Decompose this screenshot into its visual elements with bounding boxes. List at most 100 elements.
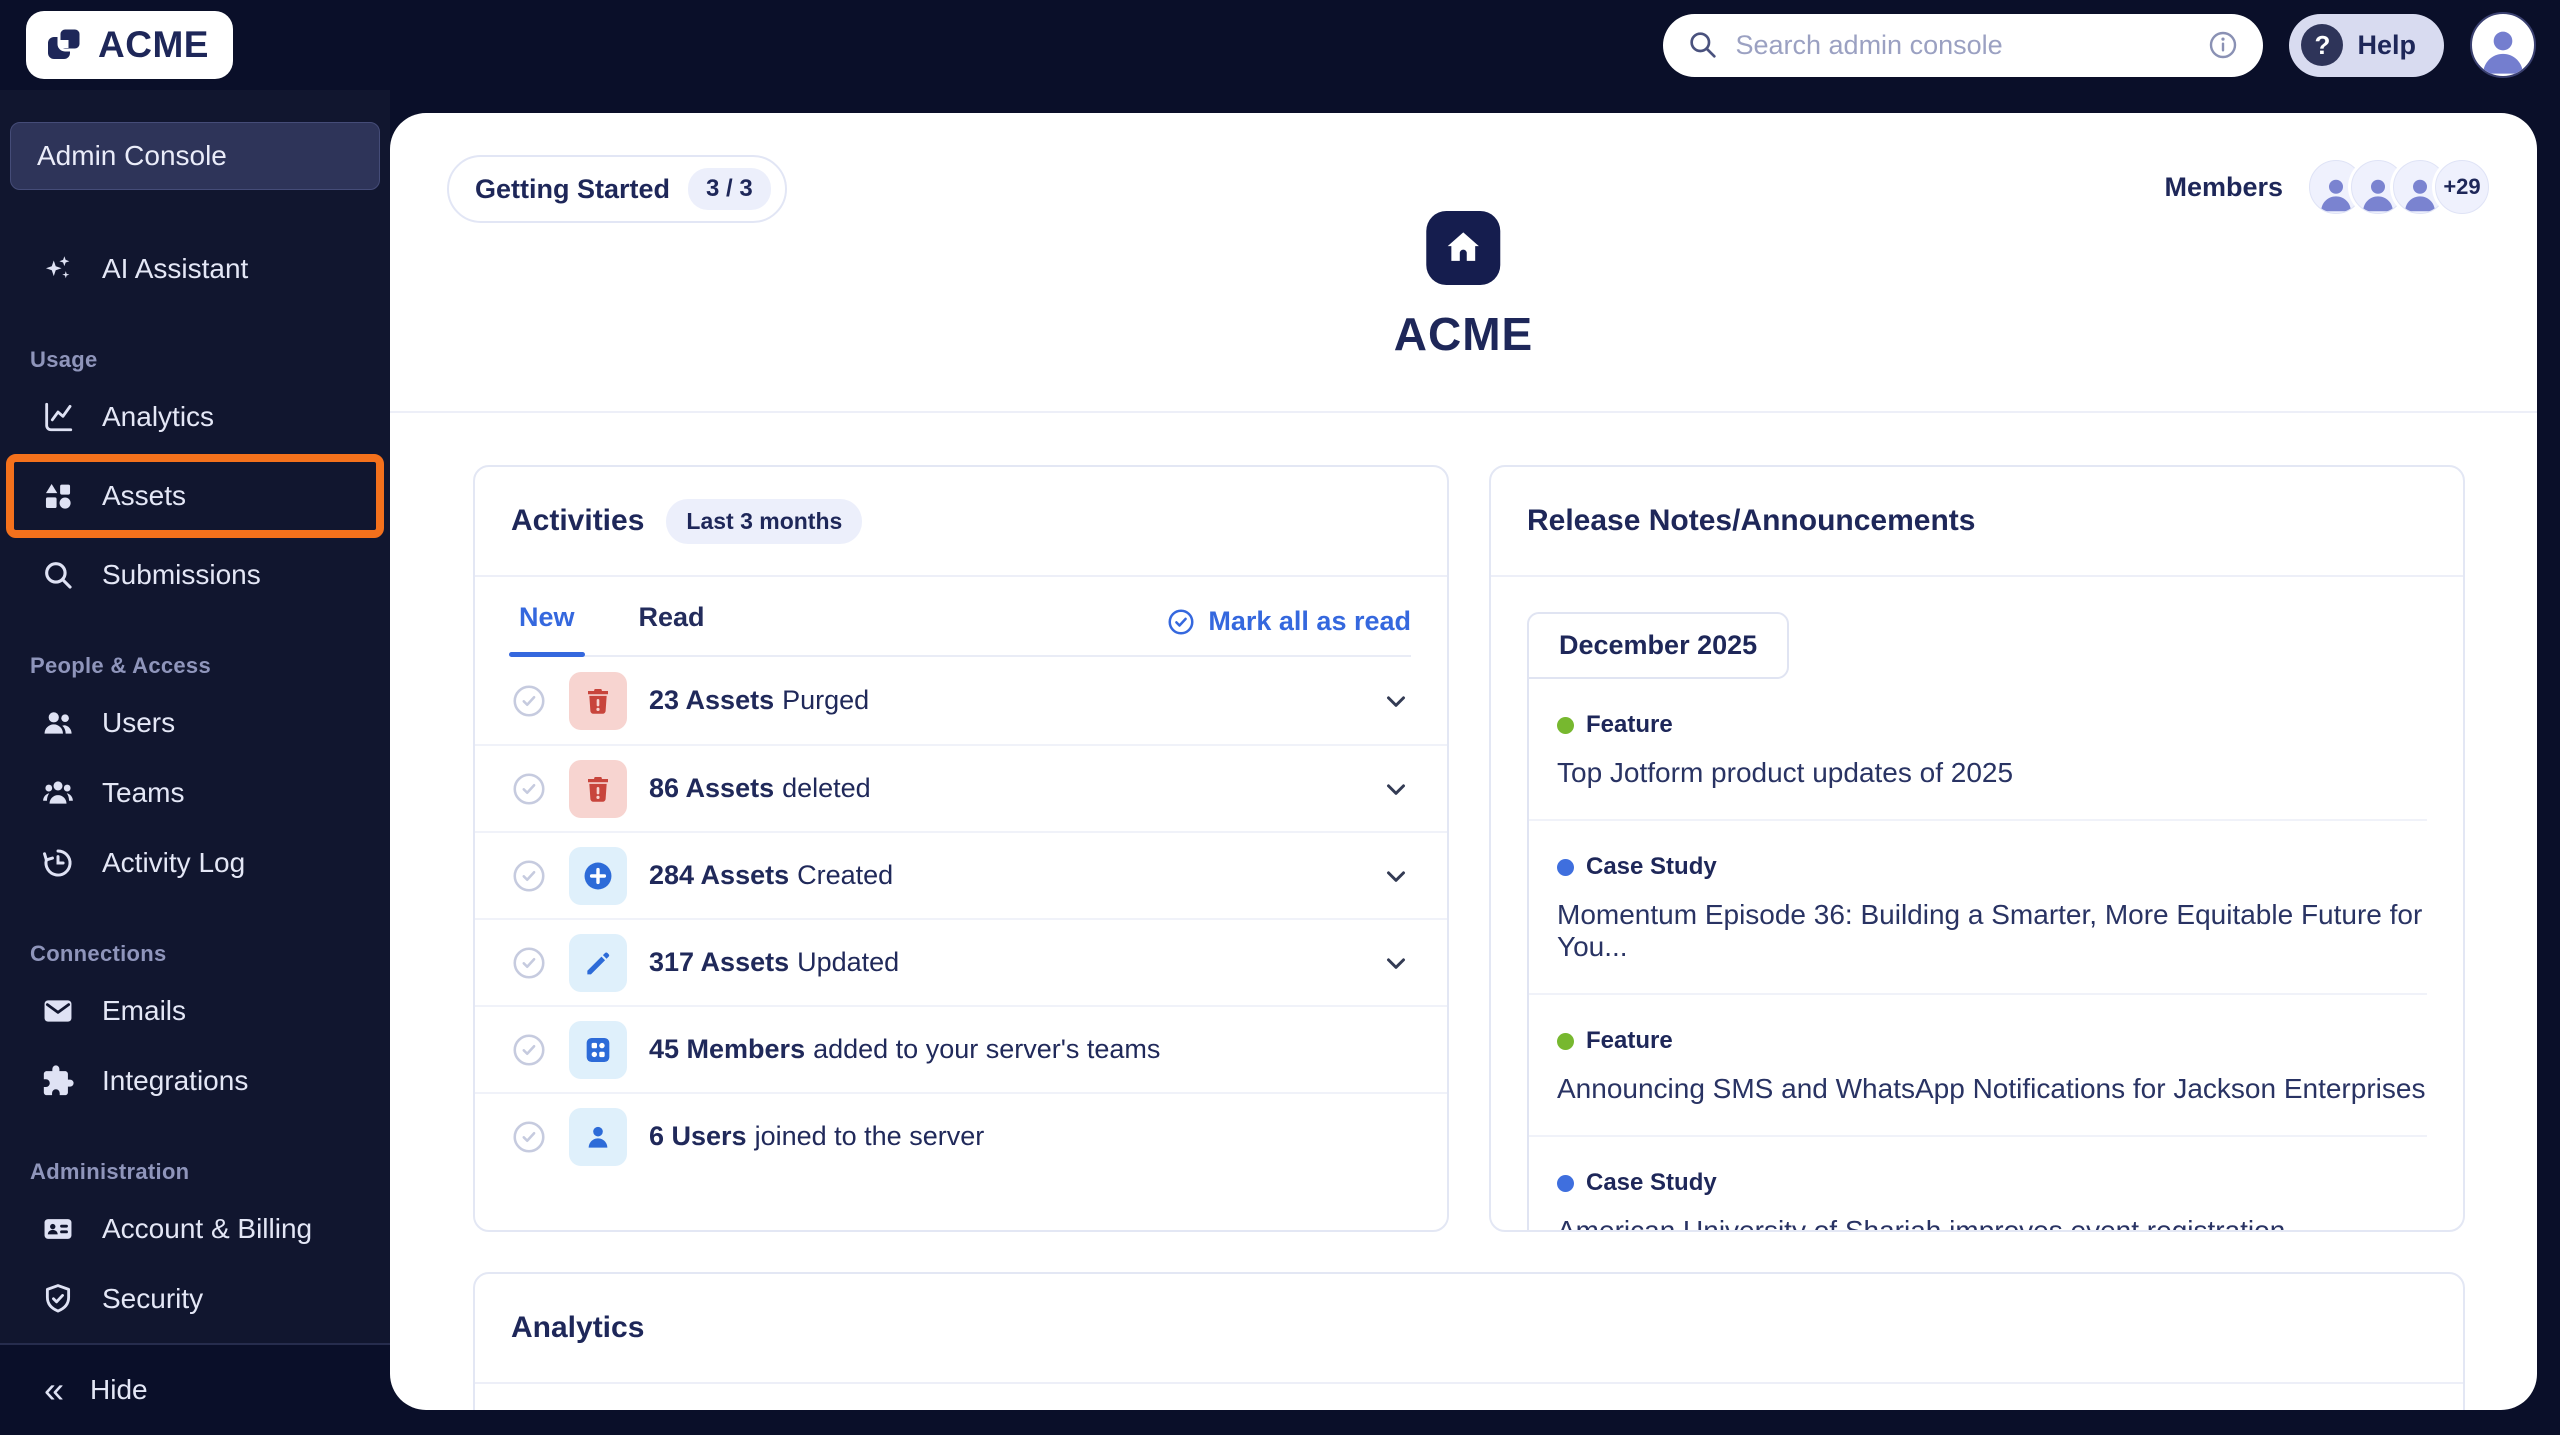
question-mark-icon: ? xyxy=(2301,24,2344,66)
admin-search[interactable] xyxy=(1663,13,2264,77)
release-entry[interactable]: Case Study American University of Sharja… xyxy=(1529,1135,2427,1230)
mark-all-as-read-button[interactable]: Mark all as read xyxy=(1166,606,1411,657)
release-entry-title[interactable]: Announcing SMS and WhatsApp Notification… xyxy=(1557,1073,2427,1105)
chevron-down-icon[interactable] xyxy=(1381,948,1411,978)
org-identity: ACME xyxy=(1394,211,1533,361)
release-notes-header: Release Notes/Announcements xyxy=(1491,467,2463,577)
tag-label: Feature xyxy=(1586,1027,1673,1054)
release-entry[interactable]: Feature Top Jotform product updates of 2… xyxy=(1529,679,2427,819)
brand-logo[interactable]: ACME xyxy=(26,11,233,79)
check-circle-icon[interactable] xyxy=(511,683,547,719)
sidebar-item-integrations[interactable]: Integrations xyxy=(0,1046,390,1116)
release-entry-title[interactable]: Top Jotform product updates of 2025 xyxy=(1557,757,2427,789)
sidebar-item-assets[interactable]: Assets xyxy=(14,462,376,530)
activity-row[interactable]: 317 Assets Updated xyxy=(475,918,1447,1005)
sidebar-item-submissions[interactable]: Submissions xyxy=(0,540,390,610)
info-icon[interactable] xyxy=(2207,29,2239,61)
sidebar-item-label: Account & Billing xyxy=(102,1213,313,1244)
activity-count: 6 Users xyxy=(649,1121,747,1151)
id-card-icon xyxy=(40,1211,76,1247)
release-entry-title[interactable]: American University of Sharjah improves … xyxy=(1557,1215,2427,1230)
sidebar-section-connections: Connections xyxy=(30,941,167,966)
sidebar-item-analytics[interactable]: Analytics xyxy=(0,382,390,452)
member-grid-icon xyxy=(569,1020,627,1079)
sidebar-section-usage: Usage xyxy=(30,347,98,372)
check-circle-icon[interactable] xyxy=(511,1032,547,1068)
pencil-icon xyxy=(569,933,627,992)
sidebar-item-label: Emails xyxy=(102,995,187,1026)
activity-row[interactable]: 86 Assets deleted xyxy=(475,744,1447,831)
help-button[interactable]: ? Help xyxy=(2289,13,2444,77)
brand-logo-icon xyxy=(42,23,86,67)
sidebar-item-teams[interactable]: Teams xyxy=(0,758,390,828)
sidebar-item-security[interactable]: Security xyxy=(0,1264,390,1334)
release-notes-content: December 2025 Feature Top Jotform produc… xyxy=(1491,577,2463,1230)
getting-started-button[interactable]: Getting Started 3 / 3 xyxy=(447,155,787,223)
shapes-icon xyxy=(40,478,76,514)
user-icon xyxy=(569,1107,627,1166)
release-tag: Case Study xyxy=(1557,853,2427,881)
history-clock-icon xyxy=(40,845,76,881)
body: Admin Console AI Assistant Usage Analyti… xyxy=(0,90,2560,1435)
members-group: Members +29 xyxy=(2164,160,2489,214)
activity-desc: added to your server's teams xyxy=(813,1034,1161,1064)
feature-dot-icon xyxy=(1557,1032,1574,1050)
brand-name: ACME xyxy=(98,24,209,65)
sidebar-item-label: Assets xyxy=(102,480,187,511)
sidebar-item-activity-log[interactable]: Activity Log xyxy=(0,828,390,898)
activity-desc: joined to the server xyxy=(754,1121,985,1151)
puzzle-icon xyxy=(40,1063,76,1099)
activities-title: Activities xyxy=(511,504,645,537)
release-entry[interactable]: Case Study Momentum Episode 36: Building… xyxy=(1529,819,2427,993)
activity-count: 45 Members xyxy=(649,1034,806,1064)
activity-row[interactable]: 45 Members added to your server's teams xyxy=(475,1005,1447,1092)
check-circle-icon[interactable] xyxy=(511,1119,547,1155)
activity-text: 45 Members added to your server's teams xyxy=(649,1034,1160,1065)
activity-desc: deleted xyxy=(782,773,871,803)
sidebar-item-label: Users xyxy=(102,707,176,738)
sidebar: Admin Console AI Assistant Usage Analyti… xyxy=(0,90,390,1435)
sidebar-item-label: Activity Log xyxy=(102,847,246,878)
topbar: ACME ? Help xyxy=(0,0,2560,90)
tab-read[interactable]: Read xyxy=(631,602,713,657)
release-entry-title[interactable]: Momentum Episode 36: Building a Smarter,… xyxy=(1557,899,2427,963)
sidebar-section-people-access: People & Access xyxy=(30,653,211,678)
release-notes-card: Release Notes/Announcements December 202… xyxy=(1489,465,2465,1232)
activity-row[interactable]: 23 Assets Purged xyxy=(475,657,1447,744)
release-tag: Feature xyxy=(1557,711,2427,739)
shield-check-icon xyxy=(40,1281,76,1317)
assets-highlight-box: Assets xyxy=(6,454,384,538)
sidebar-item-emails[interactable]: Emails xyxy=(0,976,390,1046)
members-overflow-badge[interactable]: +29 xyxy=(2435,160,2489,214)
sidebar-item-users[interactable]: Users xyxy=(0,688,390,758)
sidebar-item-ai-assistant[interactable]: AI Assistant xyxy=(0,234,390,304)
sidebar-item-account-billing[interactable]: Account & Billing xyxy=(0,1194,390,1264)
activity-count: 284 Assets xyxy=(649,860,790,890)
topbar-right: ? Help xyxy=(1663,12,2536,78)
release-entry[interactable]: Feature Announcing SMS and WhatsApp Noti… xyxy=(1529,993,2427,1135)
sidebar-hide-button[interactable]: « Hide xyxy=(0,1343,390,1435)
line-chart-icon xyxy=(40,399,76,435)
sidebar-item-label: Submissions xyxy=(102,559,261,590)
members-label: Members xyxy=(2164,171,2283,202)
month-tab[interactable]: December 2025 xyxy=(1527,612,1790,679)
activity-row[interactable]: 6 Users joined to the server xyxy=(475,1092,1447,1179)
help-label: Help xyxy=(2357,29,2416,60)
check-circle-icon[interactable] xyxy=(511,945,547,981)
account-avatar[interactable] xyxy=(2470,12,2536,78)
sidebar-item-label: Teams xyxy=(102,777,185,808)
chevron-down-icon[interactable] xyxy=(1381,774,1411,804)
teams-icon xyxy=(40,775,76,811)
chevron-down-icon[interactable] xyxy=(1381,686,1411,716)
chevron-down-icon[interactable] xyxy=(1381,861,1411,891)
case-study-dot-icon xyxy=(1557,1174,1574,1192)
activity-row[interactable]: 284 Assets Created xyxy=(475,831,1447,918)
check-circle-icon[interactable] xyxy=(511,858,547,894)
search-input[interactable] xyxy=(1735,29,2192,61)
check-circle-icon[interactable] xyxy=(511,771,547,807)
tab-new[interactable]: New xyxy=(509,602,585,657)
activity-text: 317 Assets Updated xyxy=(649,947,899,978)
check-circle-icon xyxy=(1168,609,1194,634)
sidebar-item-admin-console[interactable]: Admin Console xyxy=(10,122,380,190)
getting-started-label: Getting Started xyxy=(475,173,671,204)
